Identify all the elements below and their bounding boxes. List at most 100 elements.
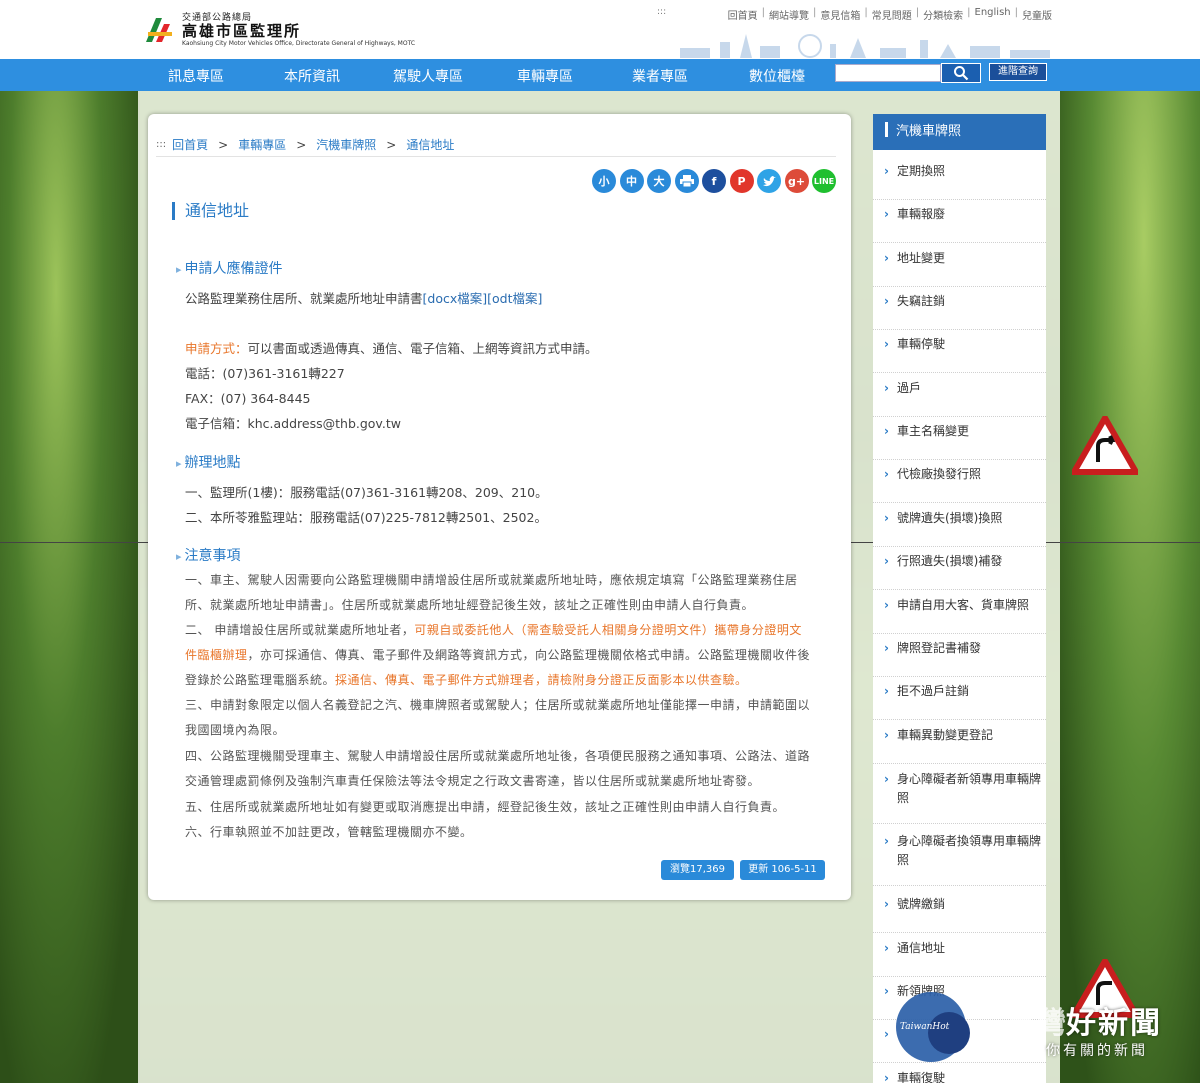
top-links: 回首頁 | 網站導覽 | 意見信箱 | 常見問題 | 分類檢索 | English | 兒童… xyxy=(727,7,1052,22)
nav-item-about[interactable]: 本所資訊 xyxy=(284,66,340,86)
logo-mark-icon xyxy=(146,17,172,42)
location-1-text: 一、監理所(1樓)：服務電話(07)361-3161轉208、209、210。 xyxy=(185,485,548,500)
news-watermark: TaiwanHot 臺灣 好新聞 你有關的新聞 xyxy=(896,992,1196,1062)
breadcrumb-home[interactable]: 回首頁 xyxy=(172,136,208,153)
search-input[interactable] xyxy=(835,64,941,82)
note-3-text: 三、申請對象限定以個人名義登記之汽、機車牌照者或駕駛人；住居所或就業處所地址僅能… xyxy=(185,698,811,737)
top-link-faq[interactable]: 常見問題 xyxy=(872,7,912,22)
org-english-name: Kaohsiung City Motor Vehicles Office, Di… xyxy=(182,40,416,47)
sidebar-item-suspension[interactable]: 車輛停駛 xyxy=(873,335,1046,373)
facebook-icon[interactable]: f xyxy=(702,169,726,193)
top-link-kids[interactable]: 兒童版 xyxy=(1022,7,1052,22)
sidebar-title: 汽機車牌照 xyxy=(873,114,1046,150)
breadcrumb-separator-icon: > xyxy=(218,137,229,152)
font-large-button[interactable]: 大 xyxy=(647,169,671,193)
nav-item-driver[interactable]: 駕駛人專區 xyxy=(393,66,463,86)
note-4-text: 四、公路監理機關受理車主、駕駛人申請增設住居所或就業處所地址後，各項便民服務之通… xyxy=(185,749,811,788)
sidebar-item-scrapping[interactable]: 車輛報廢 xyxy=(873,205,1046,243)
nav-item-news[interactable]: 訊息專區 xyxy=(168,66,224,86)
nav-item-digital-counter[interactable]: 數位櫃檯 xyxy=(749,66,805,86)
apply-method-label: 申請方式： xyxy=(185,341,248,356)
breadcrumb-separator-icon: > xyxy=(296,137,307,152)
sidebar-item-disabled-new-plate[interactable]: 身心障礙者新領專用車輛牌照 xyxy=(873,770,1046,824)
documents-line: 公路監理業務住居所、就業處所地址申請書[docx檔案][odt檔案] xyxy=(185,288,542,307)
plurk-icon[interactable]: P xyxy=(729,169,754,193)
search-button[interactable] xyxy=(941,63,981,83)
email-text: 電子信箱：khc.address@thb.gov.tw xyxy=(185,416,401,431)
docx-download-link[interactable]: [docx檔案] xyxy=(423,291,488,306)
sidebar-item-mailing-address[interactable]: 通信地址 xyxy=(873,939,1046,977)
sidebar-item-license-lost[interactable]: 行照遺失(損壞)補發 xyxy=(873,552,1046,590)
sidebar-item-resume[interactable]: 車輛復駛 xyxy=(873,1069,1046,1083)
section-notes-title: 注意事項 xyxy=(176,545,241,565)
font-small-button[interactable]: 小 xyxy=(592,169,616,193)
note-1-text: 一、車主、駕駛人因需要向公路監理機關申請增設住居所或就業處所地址時，應依規定填寫… xyxy=(185,573,798,612)
googleplus-icon[interactable]: g+ xyxy=(784,169,809,193)
odt-download-link[interactable]: [odt檔案] xyxy=(487,291,542,306)
sidebar-item-registration-reissue[interactable]: 牌照登記書補發 xyxy=(873,639,1046,677)
print-icon[interactable] xyxy=(674,169,699,193)
sidebar-item-owner-rename[interactable]: 車主名稱變更 xyxy=(873,422,1046,460)
breadcrumb: ::: 回首頁 > 車輛專區 > 汽機車牌照 > 通信地址 xyxy=(156,136,454,153)
line-icon[interactable]: LINE xyxy=(812,169,836,193)
updated-date-badge: 更新 106-5-11 xyxy=(740,860,825,880)
sidebar-item-plate-return[interactable]: 號牌繳銷 xyxy=(873,895,1046,933)
note-2-text: 二、 申請增設住居所或就業處所地址者，可親自或委託他人（需查驗受託人相關身分證明… xyxy=(185,618,811,693)
site-logo[interactable]: 交通部公路總局 高雄市區監理所 Kaohsiung City Motor Veh… xyxy=(142,10,415,47)
note-6-text: 六、行車執照並不加註更改，管轄監理機關亦不變。 xyxy=(185,825,473,839)
breadcrumb-vehicle[interactable]: 車輛專區 xyxy=(238,136,286,153)
view-count-badge: 瀏覽17,369 xyxy=(661,860,734,880)
top-link-sitemap[interactable]: 網站導覽 xyxy=(769,7,809,22)
phone-text: 電話：(07)361-3161轉227 xyxy=(185,366,345,381)
sidebar-item-periodic-renewal[interactable]: 定期換照 xyxy=(873,162,1046,200)
city-skyline-decoration xyxy=(680,34,1050,58)
top-link-category[interactable]: 分類檢索 xyxy=(923,7,963,22)
watermark-title: 好新聞 xyxy=(1066,1006,1162,1041)
top-link-english[interactable]: English xyxy=(975,7,1011,22)
breadcrumb-current[interactable]: 通信地址 xyxy=(406,136,454,153)
watermark-subtitle: 你有關的新聞 xyxy=(1046,1043,1148,1059)
note-5-text: 五、住居所或就業處所地址如有變更或取消應提出申請，經登記後生效，該址之正確性則由… xyxy=(185,800,786,814)
search-icon xyxy=(954,66,969,81)
sidebar-item-plate-lost[interactable]: 號牌遺失(損壞)換照 xyxy=(873,509,1046,547)
sidebar-item-refuse-transfer-cancel[interactable]: 拒不過戶註銷 xyxy=(873,682,1046,720)
page-title: 通信地址 xyxy=(172,202,249,220)
twitter-icon[interactable] xyxy=(757,169,781,193)
section-documents-title: 申請人應備證件 xyxy=(176,258,283,278)
location-2-text: 二、本所苓雅監理站：服務電話(07)225-7812轉2501、2502。 xyxy=(185,510,547,525)
fax-text: FAX：(07) 364-8445 xyxy=(185,391,311,406)
watermark-circle-text: TaiwanHot xyxy=(900,1022,950,1032)
tree-left-image xyxy=(0,91,140,1083)
documents-text: 公路監理業務住居所、就業處所地址申請書 xyxy=(185,291,423,306)
sidebar-item-private-bus-truck[interactable]: 申請自用大客、貨車牌照 xyxy=(873,596,1046,634)
tree-right-image xyxy=(1060,91,1200,1083)
apply-method-line: 申請方式：可以書面或透過傳真、通信、電子信箱、上網等資訊方式申請。 xyxy=(185,338,598,357)
nav-item-vehicle[interactable]: 車輛專區 xyxy=(517,66,573,86)
org-main-name: 高雄市區監理所 xyxy=(182,22,302,40)
section-location-title: 辦理地點 xyxy=(176,452,241,472)
sidebar-item-transfer[interactable]: 過戶 xyxy=(873,379,1046,417)
watermark-circle-inner xyxy=(928,1012,970,1054)
top-link-home[interactable]: 回首頁 xyxy=(728,7,758,22)
road-sign-image xyxy=(1068,411,1142,476)
content-card: ::: 回首頁 > 車輛專區 > 汽機車牌照 > 通信地址 小 中 大 f P … xyxy=(148,114,851,900)
breadcrumb-divider xyxy=(156,156,836,157)
sidebar-item-disabled-renew-plate[interactable]: 身心障礙者換領專用車輛牌照 xyxy=(873,832,1046,886)
sidebar-item-address-change[interactable]: 地址變更 xyxy=(873,249,1046,287)
top-link-feedback[interactable]: 意見信箱 xyxy=(820,7,860,22)
share-toolbar: 小 中 大 f P g+ LINE xyxy=(592,169,840,193)
note-2-warning: 採通信、傳真、電子郵件方式辦理者，請檢附身分證正反面影本以供查驗。 xyxy=(335,673,748,687)
nav-item-business[interactable]: 業者專區 xyxy=(632,66,688,86)
breadcrumb-separator-icon: > xyxy=(386,137,397,152)
apply-method-text: 可以書面或透過傳真、通信、電子信箱、上網等資訊方式申請。 xyxy=(247,341,598,356)
breadcrumb-plates[interactable]: 汽機車牌照 xyxy=(316,136,376,153)
breadcrumb-dots[interactable]: ::: xyxy=(156,139,166,150)
sidebar: 汽機車牌照 定期換照 車輛報廢 地址變更 失竊註銷 車輛停駛 過戶 車主名稱變更… xyxy=(873,114,1046,1083)
sidebar-item-theft-cancel[interactable]: 失竊註銷 xyxy=(873,292,1046,330)
sidebar-item-change-registration[interactable]: 車輛異動變更登記 xyxy=(873,726,1046,764)
sidebar-item-inspection-license[interactable]: 代檢廠換發行照 xyxy=(873,465,1046,503)
advanced-search-button[interactable]: 進階查詢 xyxy=(989,63,1047,81)
accesskey-dots[interactable]: ::: xyxy=(657,7,666,17)
font-medium-button[interactable]: 中 xyxy=(619,169,644,193)
main-nav: 訊息專區 本所資訊 駕駛人專區 車輛專區 業者專區 數位櫃檯 進階查詢 xyxy=(0,59,1200,91)
